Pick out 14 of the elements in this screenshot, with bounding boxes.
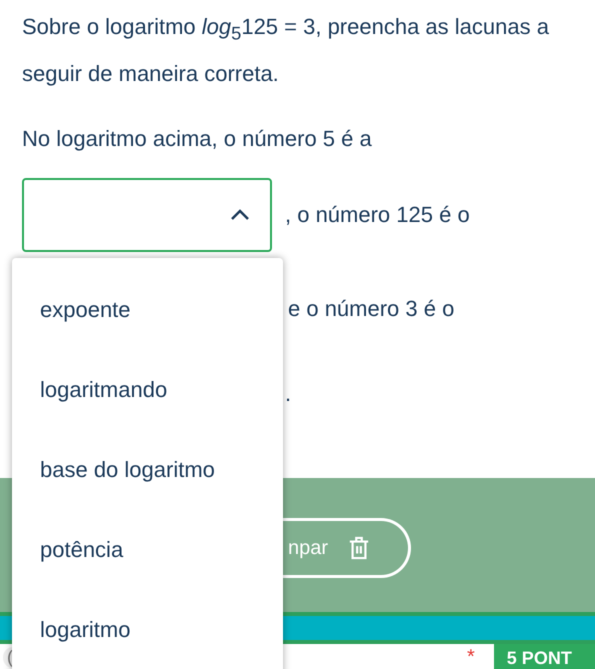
trash-icon	[348, 535, 370, 561]
caret-icon	[230, 209, 250, 222]
sentence-text: .	[285, 381, 292, 406]
answer-select[interactable]	[22, 178, 272, 252]
sentence-text: , o número 125 é o	[285, 202, 470, 228]
sentence-text: e o número 3 é o	[288, 296, 454, 322]
dropdown-option[interactable]: expoente	[12, 270, 283, 350]
points-badge: 5 PONT	[494, 644, 595, 669]
question-prompt: No logaritmo acima, o número 5 é a	[22, 125, 373, 154]
dropdown-option[interactable]: base do logaritmo	[12, 430, 283, 510]
dropdown-option[interactable]: potência	[12, 510, 283, 590]
required-mark: *	[467, 646, 475, 669]
dropdown-option[interactable]: logaritmando	[12, 350, 283, 430]
question-text: Sobre o logaritmo log$_{5}$125 = 3, preencha as lacunas a seguir de maneira correta.	[22, 13, 550, 88]
